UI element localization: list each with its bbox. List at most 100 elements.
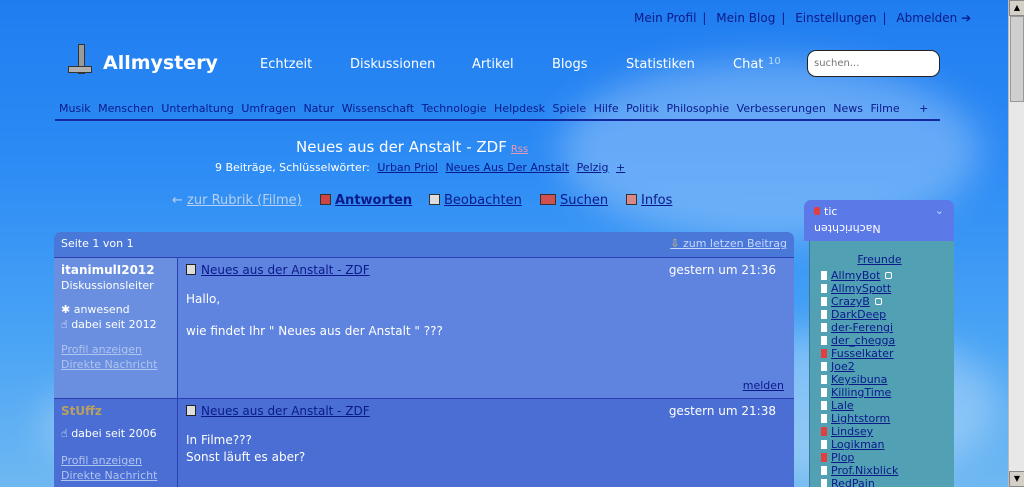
nav-einstellungen[interactable]: Einstellungen: [795, 11, 876, 25]
category-natur[interactable]: Natur: [303, 102, 334, 115]
person-icon: [821, 401, 827, 410]
nav-blogs[interactable]: Blogs: [552, 57, 588, 72]
member-icon: ☝: [61, 318, 68, 331]
direct-message-link[interactable]: Direkte Nachricht: [61, 358, 170, 371]
category-news[interactable]: News: [833, 102, 863, 115]
friend-item[interactable]: AllmyBot: [821, 269, 954, 282]
lock-icon: [885, 272, 893, 279]
friend-item[interactable]: Logikman: [821, 438, 954, 451]
category-filme[interactable]: Filme: [871, 102, 900, 115]
person-icon: [821, 297, 827, 306]
panel-username[interactable]: tic: [824, 205, 837, 218]
scroll-down-arrow-icon[interactable]: ▼: [1009, 471, 1024, 487]
friend-item[interactable]: der-Ferengi: [821, 321, 954, 334]
nav-echtzeit[interactable]: Echtzeit: [260, 57, 312, 72]
category-musik[interactable]: Musik: [59, 102, 91, 115]
pagination-header: Seite 1 von 1 ⇩ zum letzen Beitrag: [54, 232, 794, 257]
category-politik[interactable]: Politik: [626, 102, 659, 115]
category-philosophie[interactable]: Philosophie: [666, 102, 729, 115]
watch-button[interactable]: Beobachten: [429, 193, 522, 208]
person-icon: [821, 440, 827, 449]
nav-artikel[interactable]: Artikel: [472, 57, 514, 72]
search-icon: [540, 194, 556, 205]
post-author: itanimulI2012 Diskussionsleiter ✱ anwese…: [54, 258, 177, 398]
report-link[interactable]: melden: [743, 379, 784, 392]
keyword-add-button[interactable]: +: [616, 161, 625, 174]
category-unterhaltung[interactable]: Unterhaltung: [161, 102, 233, 115]
friend-item[interactable]: AllmySpott: [821, 282, 954, 295]
keyword-link[interactable]: Pelzig: [577, 161, 609, 174]
person-icon: [821, 284, 827, 293]
friend-item[interactable]: Lale: [821, 399, 954, 412]
search-button[interactable]: Suchen: [540, 193, 608, 208]
person-icon: [821, 453, 827, 462]
nav-statistiken[interactable]: Statistiken: [626, 57, 695, 72]
page-scrollbar[interactable]: ▲ ▼: [1008, 0, 1024, 487]
category-umfragen[interactable]: Umfragen: [241, 102, 296, 115]
friend-item[interactable]: Plop: [821, 451, 954, 464]
back-to-category[interactable]: ← zur Rubrik (Filme): [172, 193, 302, 208]
page-indicator: Seite 1 von 1: [61, 237, 134, 250]
nav-mein-blog[interactable]: Mein Blog: [716, 11, 775, 25]
friend-item[interactable]: Lindsey: [821, 425, 954, 438]
friends-list: Freunde AllmyBot AllmySpott CrazyB DarkD…: [809, 241, 954, 487]
friend-item[interactable]: CrazyB: [821, 295, 954, 308]
friend-item[interactable]: KillingTime: [821, 386, 954, 399]
search-input[interactable]: [807, 50, 940, 77]
profile-link[interactable]: Profil anzeigen: [61, 343, 170, 356]
watch-icon: [429, 194, 440, 205]
person-icon: [821, 336, 827, 345]
chat-count-badge: 10: [768, 56, 781, 67]
profile-link[interactable]: Profil anzeigen: [61, 454, 170, 467]
direct-message-link[interactable]: Direkte Nachricht: [61, 469, 170, 482]
category-technologie[interactable]: Technologie: [422, 102, 487, 115]
friend-item[interactable]: DarkDeep: [821, 308, 954, 321]
brand-name[interactable]: Allmystery: [103, 52, 218, 74]
scroll-thumb[interactable]: [1010, 16, 1024, 102]
category-wissenschaft[interactable]: Wissenschaft: [342, 102, 414, 115]
thread-meta: 9 Beiträge, Schlüsselwörter: Urban Priol…: [215, 161, 626, 174]
post-body: Neues aus der Anstalt - ZDF gestern um 2…: [177, 399, 794, 487]
rss-link[interactable]: Rss: [511, 144, 528, 155]
chevron-down-icon[interactable]: ⌄: [935, 204, 944, 217]
friend-item[interactable]: Prof.Nixblick: [821, 464, 954, 477]
keyword-link[interactable]: Neues Aus Der Anstalt: [445, 161, 569, 174]
nav-chat[interactable]: Chat: [733, 57, 763, 72]
post-title[interactable]: Neues aus der Anstalt - ZDF: [201, 404, 370, 418]
nav-mein-profil[interactable]: Mein Profil: [634, 11, 696, 25]
friend-item[interactable]: Fusselkater: [821, 347, 954, 360]
friends-heading[interactable]: Freunde: [821, 253, 954, 266]
person-icon: [821, 466, 827, 475]
user-panel: tic ⌄ Nachrichten Freunde AllmyBot Allmy…: [804, 200, 954, 487]
person-icon: [821, 271, 827, 280]
friend-item[interactable]: RedPain: [821, 477, 954, 487]
author-since: ☝ dabei seit 2012: [61, 318, 157, 331]
reply-button[interactable]: Antworten: [320, 193, 412, 208]
author-name[interactable]: itanimulI2012: [61, 263, 170, 277]
nav-abmelden[interactable]: Abmelden ➔: [896, 11, 971, 25]
author-name[interactable]: StUffz: [61, 404, 170, 418]
category-more-button[interactable]: +: [919, 102, 928, 115]
post-title[interactable]: Neues aus der Anstalt - ZDF: [201, 263, 370, 277]
back-arrow-icon: ←: [172, 193, 183, 208]
category-verbesserungen[interactable]: Verbesserungen: [737, 102, 826, 115]
friend-item[interactable]: der_chegga: [821, 334, 954, 347]
person-icon: [821, 362, 827, 371]
person-icon: [821, 310, 827, 319]
info-button[interactable]: Infos: [626, 193, 672, 208]
scroll-up-arrow-icon[interactable]: ▲: [1009, 0, 1024, 16]
person-icon: ✱: [61, 303, 71, 316]
category-helpdesk[interactable]: Helpdesk: [494, 102, 545, 115]
nav-diskussionen[interactable]: Diskussionen: [350, 57, 435, 72]
person-icon: [821, 388, 827, 397]
category-hilfe[interactable]: Hilfe: [594, 102, 619, 115]
keyword-link[interactable]: Urban Priol: [377, 161, 438, 174]
category-menschen[interactable]: Menschen: [98, 102, 154, 115]
friend-item[interactable]: Lightstorm: [821, 412, 954, 425]
last-post-link[interactable]: ⇩ zum letzen Beitrag: [670, 237, 787, 250]
friend-item[interactable]: Keysibuna: [821, 373, 954, 386]
logo-icon[interactable]: [68, 44, 98, 76]
messages-link[interactable]: Nachrichten: [814, 222, 881, 235]
friend-item[interactable]: Joe2: [821, 360, 954, 373]
category-spiele[interactable]: Spiele: [552, 102, 586, 115]
